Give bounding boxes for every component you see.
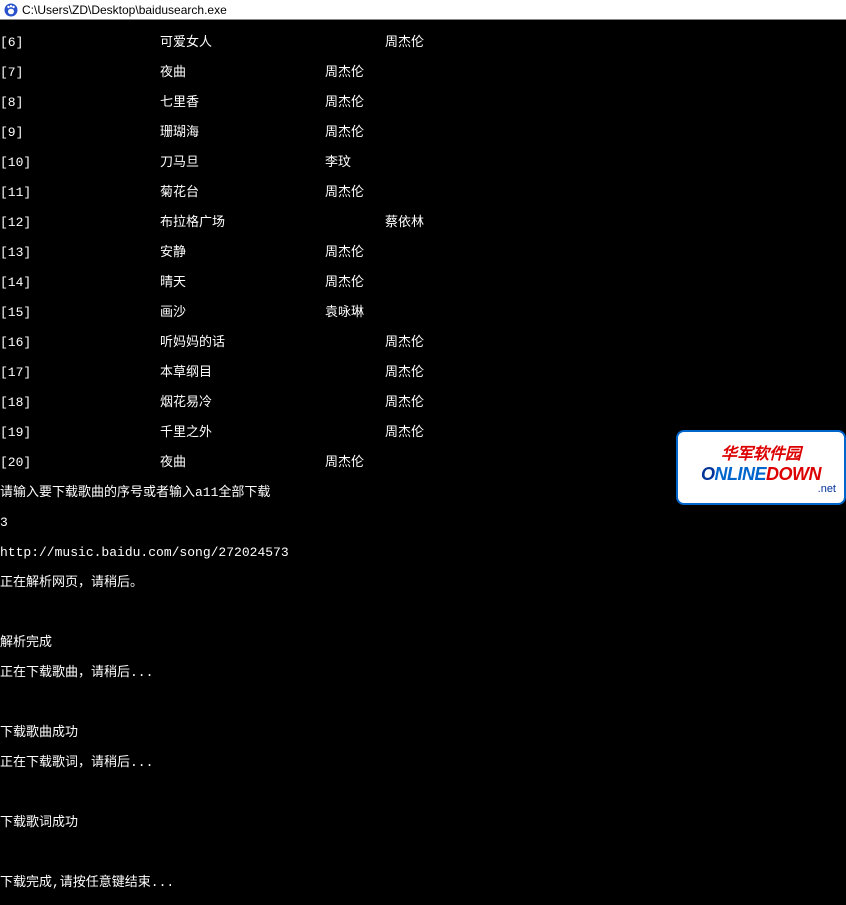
watermark-net-text: .net [678,483,844,495]
blank-line [0,695,846,710]
blank-line [0,845,846,860]
blank-line [0,605,846,620]
url-line: http://music.baidu.com/song/272024573 [0,545,846,560]
status-lyric-done: 下载歌词成功 [0,815,846,830]
song-row: [13]安静周杰伦 [0,245,846,260]
status-downloading-lyric: 正在下载歌词，请稍后... [0,755,846,770]
status-parse-done: 解析完成 [0,635,846,650]
status-finish: 下载完成,请按任意键结束... [0,875,846,890]
watermark-en-text: ONLINEDOWN [701,464,821,485]
song-row: [9]珊瑚海周杰伦 [0,125,846,140]
song-row: [14]晴天周杰伦 [0,275,846,290]
song-row: [7]夜曲周杰伦 [0,65,846,80]
input-line: 3 [0,515,846,530]
song-row: [12]布拉格广场蔡依林 [0,215,846,230]
song-row: [18]烟花易冷周杰伦 [0,395,846,410]
window-title: C:\Users\ZD\Desktop\baidusearch.exe [22,3,227,17]
blank-line [0,785,846,800]
watermark-logo: 华军软件园 ONLINEDOWN .net [676,430,846,505]
song-row: [10]刀马旦李玟 [0,155,846,170]
song-row: [15]画沙袁咏琳 [0,305,846,320]
app-icon [4,3,18,17]
song-row: [17]本草纲目周杰伦 [0,365,846,380]
status-parsing: 正在解析网页，请稍后。 [0,575,846,590]
status-song-done: 下载歌曲成功 [0,725,846,740]
watermark-cn-text: 华军软件园 [721,440,801,464]
song-row: [16]听妈妈的话周杰伦 [0,335,846,350]
status-downloading-song: 正在下载歌曲，请稍后... [0,665,846,680]
title-bar: C:\Users\ZD\Desktop\baidusearch.exe [0,0,846,20]
song-row: [8]七里香周杰伦 [0,95,846,110]
song-row: [6]可爱女人周杰伦 [0,35,846,50]
song-row: [11]菊花台周杰伦 [0,185,846,200]
